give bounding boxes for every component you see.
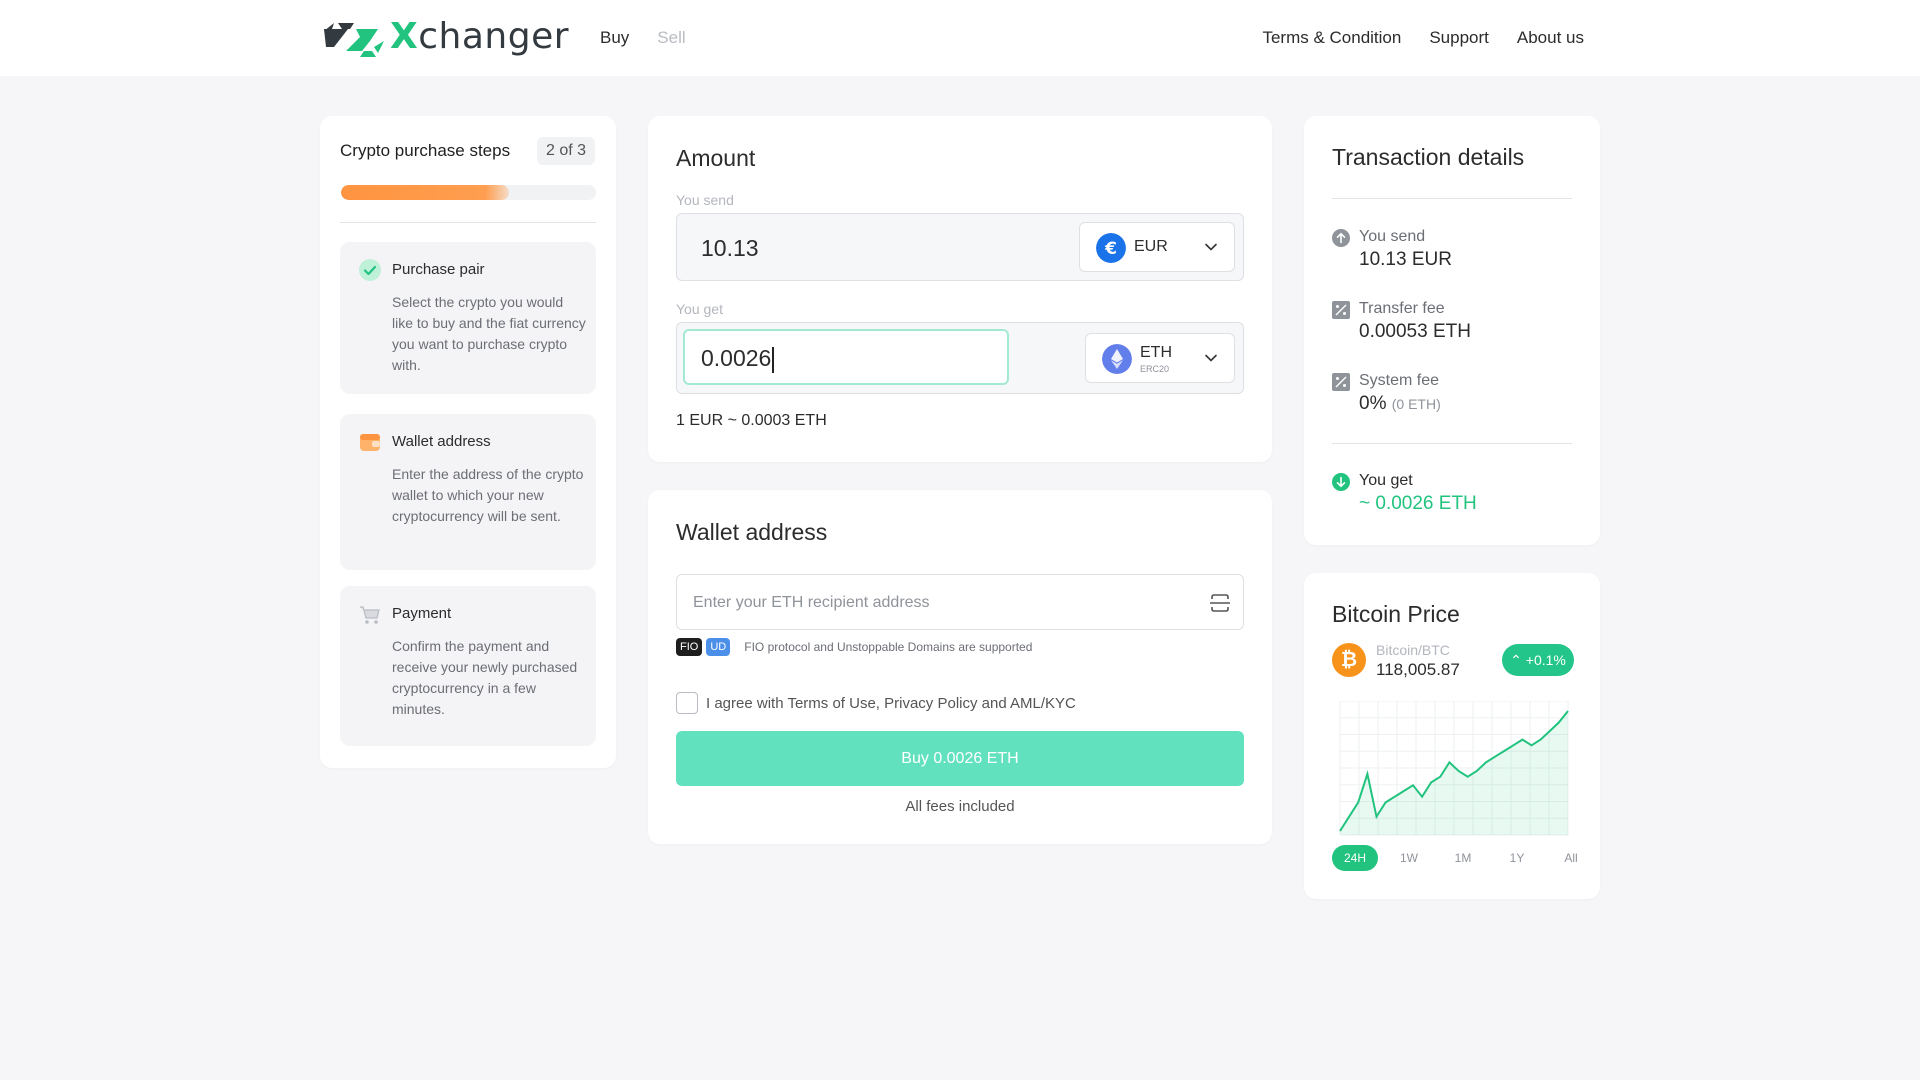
send-currency-select[interactable]: € EUR [1079,222,1235,272]
text-caret [772,346,775,373]
protocols-support-text: FIO protocol and Unstoppable Domains are… [744,640,1033,654]
range-24h[interactable]: 24H [1332,845,1378,871]
step-title: Wallet address [392,433,491,450]
range-1m[interactable]: 1M [1440,845,1486,871]
terms-agreement-text[interactable]: I agree with Terms of Use, Privacy Polic… [706,695,1076,712]
bitcoin-price-value: 118,005.87 [1376,660,1460,679]
range-all[interactable]: All [1548,845,1594,871]
price-change-badge: ⌃ +0.1% [1502,644,1574,676]
steps-progress-fill [341,185,510,200]
nav-secondary: Terms & Condition Support About us [1262,28,1584,48]
bitcoin-icon: ₿ [1332,643,1366,677]
step-description: Enter the address of the crypto wallet t… [392,466,584,524]
nav-buy[interactable]: Buy [600,28,629,48]
brand-name: Xchanger [390,16,570,57]
top-header: Xchanger Buy Sell Terms & Condition Supp… [0,0,1920,76]
chart-range-selector: 24H 1W 1M 1Y All [1332,845,1594,871]
tx-system-label: System fee [1359,372,1440,389]
fio-badge: FIO [676,638,703,656]
steps-count-badge: 2 of 3 [537,137,596,165]
euro-icon: € [1096,233,1126,263]
purchase-steps-card: Crypto purchase steps 2 of 3 Purchase pa… [320,116,616,768]
wallet-icon [360,434,380,451]
nav-main: Buy Sell [600,28,686,48]
logo-mark-icon [324,22,384,57]
supported-protocols: FIO UD FIO protocol and Unstoppable Doma… [676,638,1032,656]
exchange-rate: 1 EUR ~ 0.0003 ETH [676,412,827,429]
step-wallet-address: Wallet address Enter the address of the … [340,414,596,570]
get-field[interactable]: 0.0026 ETH ERC20 [676,322,1244,394]
tx-get-value: ~ 0.0026 ETH [1359,493,1477,514]
cart-icon [360,606,380,624]
chevron-down-icon [1205,243,1217,251]
steps-progress-bar [341,185,596,200]
svg-text:€: € [1104,239,1117,259]
get-currency-label: ETH [1140,344,1172,361]
get-currency-select[interactable]: ETH ERC20 [1085,333,1235,383]
tx-get-label: You get [1359,472,1413,489]
check-circle-icon [359,259,381,281]
bitcoin-price-title: Bitcoin Price [1332,601,1460,627]
range-1w[interactable]: 1W [1386,845,1432,871]
step-description: Select the crypto you would like to buy … [392,294,586,373]
tx-send-label: You send [1359,228,1426,245]
tx-send-value: 10.13 EUR [1359,249,1452,270]
scan-qr-icon[interactable] [1209,593,1231,613]
divider [1332,198,1572,199]
chevron-up-icon: ⌃ [1510,652,1522,668]
arrow-down-circle-icon [1332,473,1350,491]
range-1y[interactable]: 1Y [1494,845,1540,871]
wallet-title: Wallet address [676,519,828,545]
bitcoin-price-card: Bitcoin Price ₿ Bitcoin/BTC 118,005.87 ⌃… [1304,573,1600,899]
ethereum-icon [1102,344,1132,374]
steps-title: Crypto purchase steps [340,141,511,160]
nav-sell[interactable]: Sell [657,28,685,48]
nav-support[interactable]: Support [1429,28,1489,48]
step-title: Purchase pair [392,261,485,278]
nav-terms[interactable]: Terms & Condition [1262,28,1401,48]
tx-system-value: 0% (0 ETH) [1359,393,1441,414]
wallet-address-input[interactable] [693,591,1173,615]
wallet-address-card: Wallet address FIO UD FIO protocol and U… [648,490,1272,844]
bitcoin-pair: Bitcoin/BTC [1376,642,1450,658]
get-amount-value: 0.0026 [701,345,775,373]
send-field[interactable]: 10.13 € EUR [676,213,1244,281]
tx-transfer-label: Transfer fee [1359,300,1445,317]
nav-about[interactable]: About us [1517,28,1584,48]
xchanger-logo[interactable]: Xchanger [320,16,569,57]
send-amount-input[interactable]: 10.13 [701,235,759,262]
fees-note: All fees included [905,798,1015,815]
divider [1332,443,1572,444]
step-title: Payment [392,605,452,622]
divider [340,222,596,223]
buy-button[interactable]: Buy 0.0026 ETH [676,731,1244,786]
bitcoin-price-chart [1339,701,1569,836]
terms-checkbox[interactable] [676,692,698,714]
percent-icon [1332,301,1350,319]
send-label: You send [676,192,734,208]
transaction-title: Transaction details [1332,144,1525,170]
step-description: Confirm the payment and receive your new… [392,638,578,717]
chevron-down-icon [1205,354,1217,362]
step-purchase-pair: Purchase pair Select the crypto you woul… [340,242,596,394]
transaction-details-card: Transaction details You send 10.13 EUR T… [1304,116,1600,545]
get-network-label: ERC20 [1140,364,1170,374]
get-amount-input[interactable]: 0.0026 [683,329,1009,385]
ud-badge: UD [706,638,731,656]
wallet-address-field[interactable] [676,574,1244,630]
terms-agreement: I agree with Terms of Use, Privacy Polic… [676,692,1076,714]
get-label: You get [676,301,723,317]
amount-card: Amount You send 10.13 € EUR You get 0.00… [648,116,1272,462]
percent-icon [1332,373,1350,391]
amount-title: Amount [676,145,756,171]
arrow-up-circle-icon [1332,229,1350,247]
send-currency-label: EUR [1134,238,1168,255]
tx-transfer-value: 0.00053 ETH [1359,321,1471,342]
step-payment: Payment Confirm the payment and receive … [340,586,596,746]
